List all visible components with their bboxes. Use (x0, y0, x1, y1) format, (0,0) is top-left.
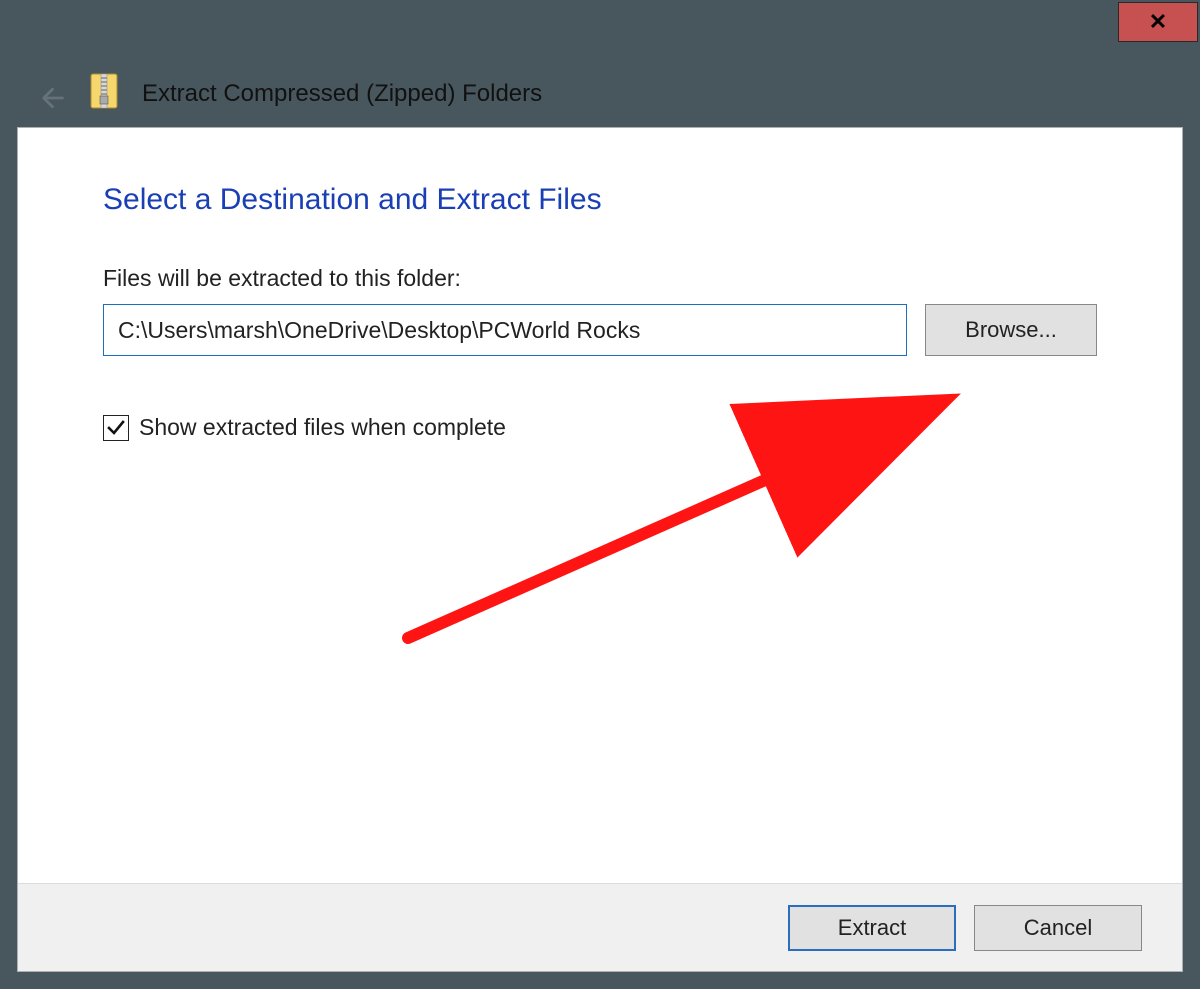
dialog-footer: Extract Cancel (18, 883, 1182, 971)
destination-path-input[interactable] (103, 304, 907, 356)
show-files-label: Show extracted files when complete (139, 414, 506, 441)
browse-button[interactable]: Browse... (925, 304, 1097, 356)
extract-wizard-window: ✕ Extract Compressed (Zipped) Folders Se… (0, 0, 1200, 989)
back-button (32, 80, 68, 116)
checkmark-icon (106, 418, 126, 438)
titlebar: ✕ Extract Compressed (Zipped) Folders (2, 2, 1198, 127)
cancel-button[interactable]: Cancel (974, 905, 1142, 951)
show-files-checkbox[interactable] (103, 415, 129, 441)
content-pane: Select a Destination and Extract Files F… (17, 127, 1183, 972)
destination-label: Files will be extracted to this folder: (103, 265, 1097, 292)
zip-folder-icon (90, 70, 118, 110)
close-button[interactable]: ✕ (1118, 2, 1198, 42)
extract-button[interactable]: Extract (788, 905, 956, 951)
window-title: Extract Compressed (Zipped) Folders (142, 80, 542, 108)
close-icon: ✕ (1149, 9, 1167, 35)
back-arrow-icon (35, 83, 65, 113)
page-heading: Select a Destination and Extract Files (103, 183, 1097, 217)
